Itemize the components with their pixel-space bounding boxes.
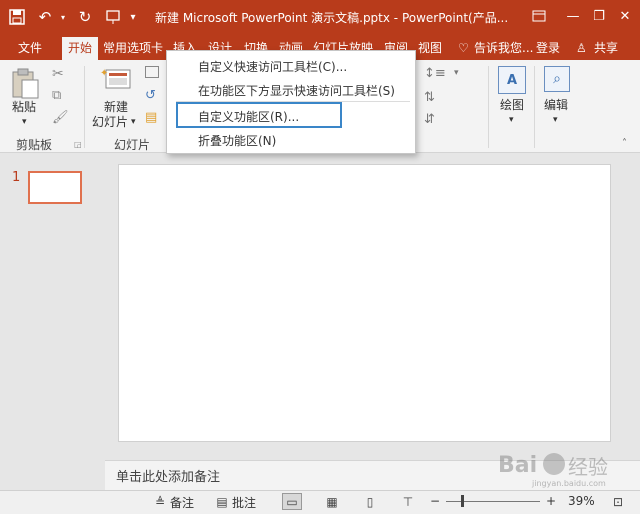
group-separator — [84, 66, 85, 148]
section-icon[interactable]: ▤ — [145, 110, 157, 125]
title-bar: ↶ ▾ ↻ ▾ 新建 Microsoft PowerPoint 演示文稿.ppt… — [0, 0, 640, 34]
tab-view[interactable]: 视图 — [414, 37, 446, 60]
svg-text:经验: 经验 — [568, 455, 608, 479]
comments-toggle[interactable]: 批注 — [232, 494, 256, 511]
redo-icon[interactable]: ↻ — [74, 6, 96, 28]
slide-sorter-icon[interactable]: ▦ — [322, 493, 342, 510]
tab-common[interactable]: 常用选项卡 — [100, 37, 166, 60]
layout-icon[interactable] — [145, 66, 159, 78]
svg-text:✦: ✦ — [100, 68, 108, 79]
menu-item-show-qat-below[interactable]: 在功能区下方显示快速访问工具栏(S) — [198, 82, 395, 99]
menu-item-collapse-ribbon[interactable]: 折叠功能区(N) — [198, 132, 276, 149]
text-direction-icon[interactable]: ⇅ — [424, 90, 435, 105]
cut-icon[interactable]: ✂ — [52, 66, 64, 82]
drawing-button[interactable]: 绘图 — [500, 98, 524, 113]
line-spacing-dropdown-icon[interactable]: ▾ — [454, 68, 459, 78]
login-link[interactable]: 登录 — [536, 37, 560, 60]
status-bar — [0, 490, 640, 514]
reset-icon[interactable]: ↺ — [145, 88, 156, 103]
tell-me-box[interactable]: 告诉我您... — [474, 37, 533, 60]
tab-home[interactable]: 开始 — [62, 37, 98, 60]
reading-view-icon[interactable]: ▯ — [360, 493, 380, 510]
fit-to-window-icon[interactable]: ⊡ — [608, 493, 628, 510]
group-separator-3 — [534, 66, 535, 148]
clipboard-group-label: 剪贴板 — [16, 138, 53, 152]
svg-text:jingyan.baidu.com: jingyan.baidu.com — [531, 479, 606, 488]
share-icon[interactable]: ♙ — [576, 37, 587, 60]
notes-toggle[interactable]: 备注 — [170, 494, 194, 511]
customize-qat-icon[interactable]: ▾ — [122, 6, 144, 28]
svg-text:Bai: Bai — [498, 453, 537, 478]
drawing-dropdown-icon[interactable]: ▾ — [509, 113, 514, 128]
slides-group-label: 幻灯片 — [114, 138, 151, 152]
zoom-in-button[interactable]: + — [546, 494, 556, 508]
menu-item-customize-qat[interactable]: 自定义快速访问工具栏(C)... — [198, 58, 347, 75]
drawing-shapes-icon[interactable]: A — [498, 66, 526, 94]
comments-icon[interactable]: ▤ — [212, 493, 232, 510]
new-slide-label-2[interactable]: 幻灯片 — [92, 115, 128, 130]
new-slide-icon[interactable]: ✦ — [100, 66, 132, 99]
editing-button[interactable]: 编辑 — [544, 98, 568, 113]
zoom-level[interactable]: 39% — [568, 494, 595, 508]
slide-thumbnail[interactable] — [28, 171, 82, 204]
new-slide-label-1[interactable]: 新建 — [104, 100, 128, 115]
restore-icon[interactable]: ❐ — [586, 5, 612, 27]
collapse-ribbon-icon[interactable]: ˄ — [622, 138, 627, 149]
notes-icon[interactable]: ≜ — [150, 493, 170, 510]
zoom-out-button[interactable]: − — [430, 494, 440, 508]
normal-view-icon[interactable]: ▭ — [282, 493, 302, 510]
align-text-icon[interactable]: ⇵ — [424, 112, 435, 127]
slide-thumbnail-pane — [0, 154, 104, 490]
close-icon[interactable]: ✕ — [612, 5, 638, 27]
slideshow-view-icon[interactable]: ⊤ — [398, 493, 418, 510]
zoom-slider-thumb[interactable] — [461, 495, 464, 507]
clipboard-launcher-icon[interactable]: ◲ — [74, 140, 82, 149]
minimize-icon[interactable]: — — [560, 5, 586, 27]
format-painter-icon[interactable]: 🖌 — [52, 110, 69, 125]
tab-file[interactable]: 文件 — [10, 37, 50, 60]
group-separator-2 — [488, 66, 489, 148]
new-slide-dropdown-icon[interactable]: ▾ — [131, 117, 136, 127]
save-icon[interactable] — [6, 6, 28, 28]
undo-dropdown-icon[interactable]: ▾ — [52, 6, 74, 28]
line-spacing-icon[interactable]: ↕≡ — [424, 66, 446, 81]
present-from-start-icon[interactable] — [102, 6, 124, 28]
notes-placeholder[interactable]: 单击此处添加备注 — [116, 466, 220, 485]
copy-icon[interactable]: ⧉ — [52, 88, 61, 103]
share-button[interactable]: 共享 — [594, 37, 618, 60]
ribbon-display-icon[interactable] — [526, 5, 552, 27]
paste-button[interactable]: 粘贴 — [12, 100, 36, 115]
find-icon[interactable]: ⌕ — [544, 66, 570, 92]
window-title: 新建 Microsoft PowerPoint 演示文稿.pptx - Powe… — [155, 11, 509, 25]
paste-icon[interactable] — [10, 68, 40, 103]
tell-me-icon[interactable]: ♡ — [458, 37, 469, 60]
editing-dropdown-icon[interactable]: ▾ — [553, 113, 558, 128]
baidu-jingyan-watermark: Bai 经验 jingyan.baidu.com — [496, 448, 636, 488]
paste-dropdown-icon[interactable]: ▾ — [22, 115, 27, 130]
highlight-box — [176, 102, 342, 128]
slide-canvas[interactable] — [118, 164, 611, 442]
slide-number: 1 — [12, 170, 21, 185]
